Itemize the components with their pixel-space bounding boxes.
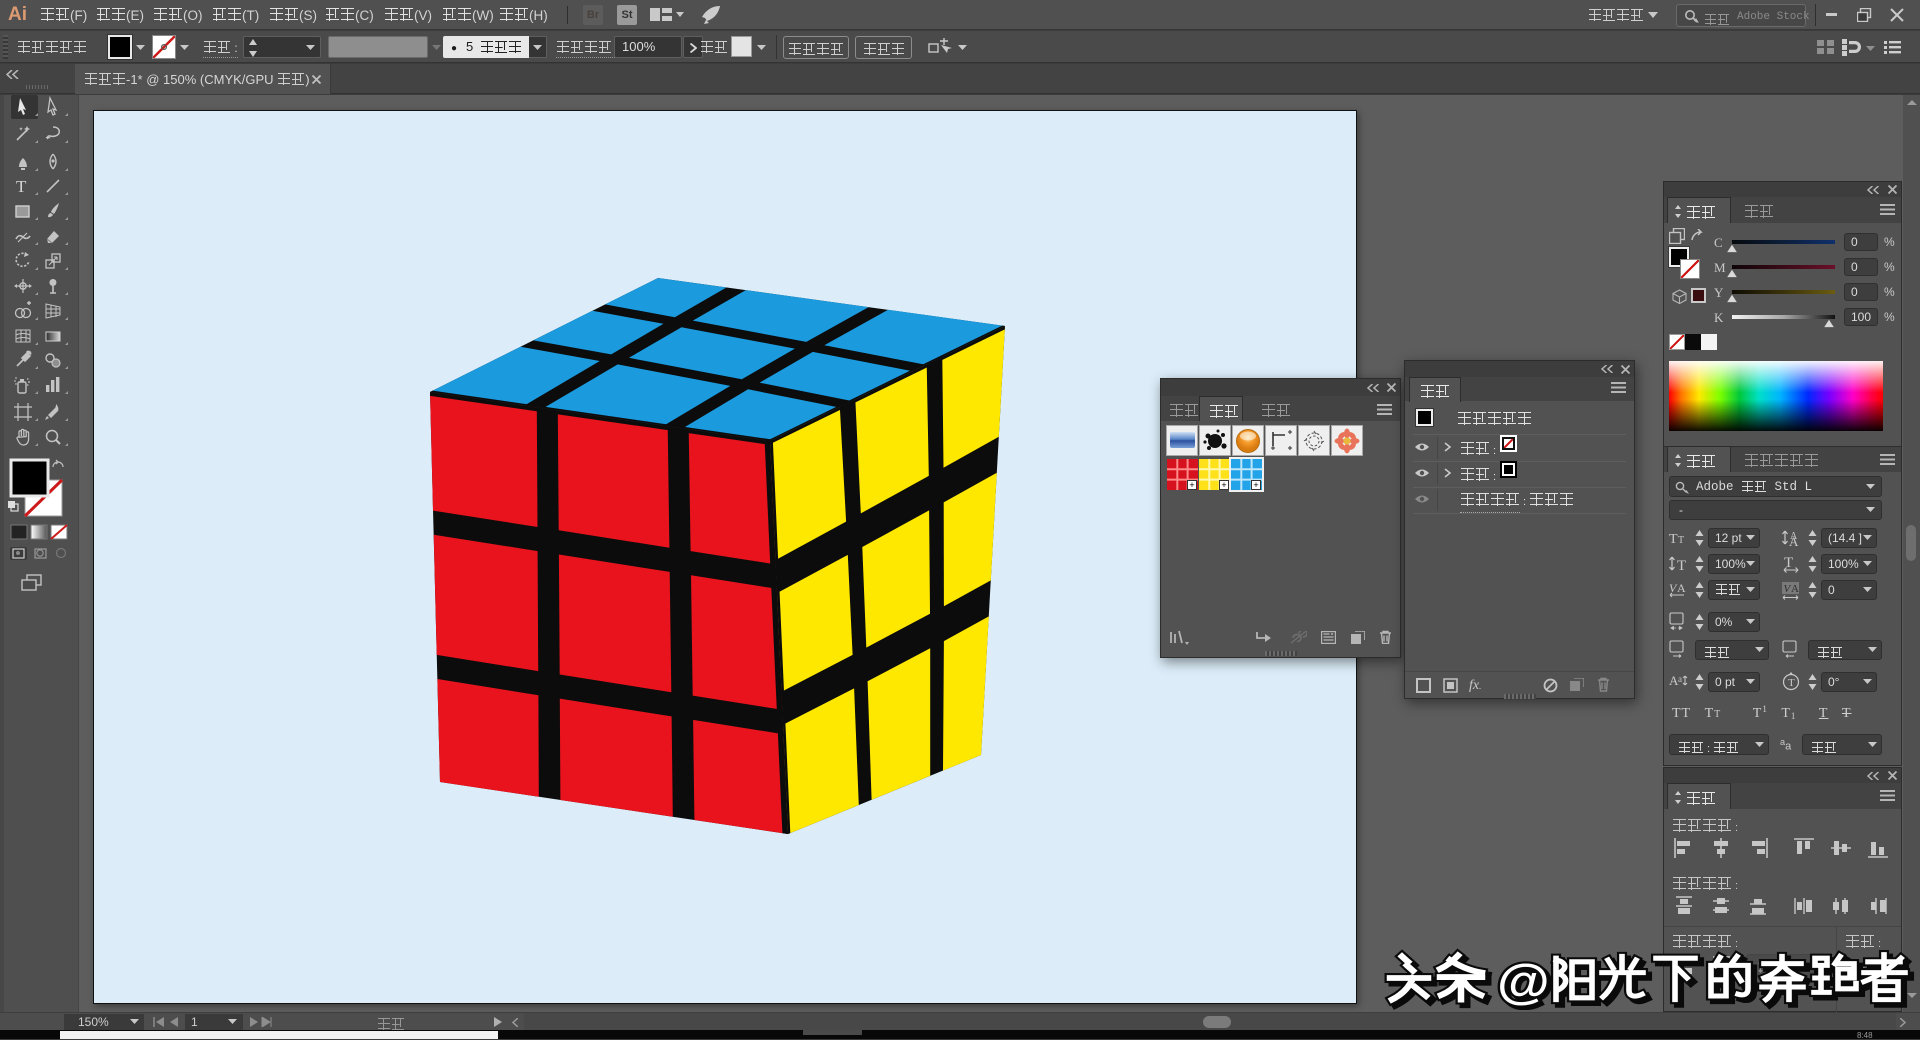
svg-text:T: T	[1677, 558, 1686, 574]
svg-text:A: A	[1677, 581, 1686, 595]
svg-text:T: T	[1788, 677, 1795, 689]
svg-text:A: A	[1791, 583, 1799, 595]
svg-text:T: T	[1678, 535, 1684, 546]
svg-text:A: A	[1789, 534, 1799, 548]
svg-text:a: a	[1678, 674, 1682, 684]
svg-text:T: T	[16, 177, 27, 196]
svg-text:@: @	[1497, 953, 1550, 1008]
svg-text:T: T	[1669, 532, 1678, 547]
